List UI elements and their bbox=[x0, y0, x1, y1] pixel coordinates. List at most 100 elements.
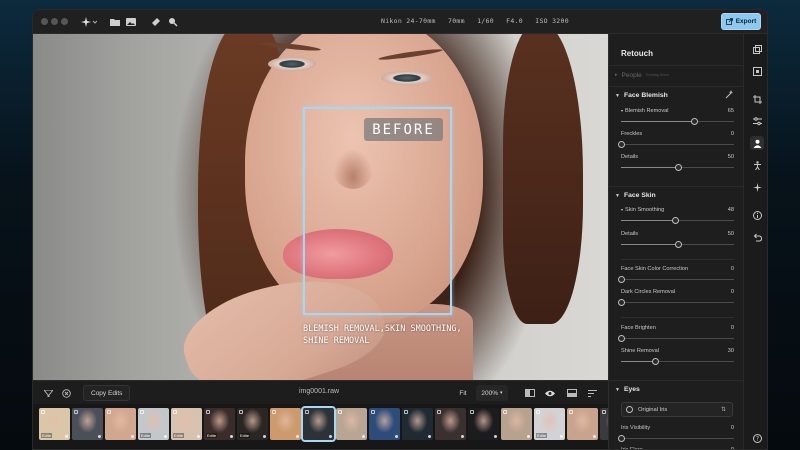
compare-split-icon[interactable] bbox=[523, 386, 537, 400]
sort-icon[interactable] bbox=[585, 386, 599, 400]
filmstrip-thumbnail[interactable]: Edite bbox=[138, 408, 169, 440]
face-skin-slider[interactable]: Dark Circles Removal 0 bbox=[618, 289, 734, 309]
favorite-heart-icon[interactable] bbox=[329, 435, 332, 438]
slider-handle[interactable] bbox=[618, 141, 625, 148]
favorite-heart-icon[interactable] bbox=[230, 435, 233, 438]
filmstrip-thumbnail[interactable]: Edite bbox=[204, 408, 235, 440]
select-checkbox-icon[interactable] bbox=[371, 410, 375, 414]
select-checkbox-icon[interactable] bbox=[74, 410, 78, 414]
info-icon[interactable] bbox=[750, 208, 764, 222]
portrait-retouch-icon[interactable] bbox=[750, 136, 764, 150]
face-skin-slider[interactable]: Face Skin Color Correction 0 bbox=[618, 266, 734, 286]
slider-track[interactable] bbox=[621, 164, 734, 171]
favorite-heart-icon[interactable] bbox=[65, 435, 68, 438]
face-blemish-header[interactable]: ▼ Face Blemish bbox=[609, 86, 743, 104]
select-checkbox-icon[interactable] bbox=[404, 410, 408, 414]
slider-handle[interactable] bbox=[674, 241, 682, 248]
reject-icon[interactable] bbox=[59, 386, 73, 400]
slider-track[interactable] bbox=[618, 299, 734, 306]
ai-sparkle-menu-icon[interactable] bbox=[80, 14, 98, 30]
close-window-button[interactable] bbox=[41, 18, 48, 25]
filmstrip-view-icon[interactable] bbox=[565, 386, 579, 400]
select-checkbox-icon[interactable] bbox=[536, 410, 540, 414]
slider-track[interactable] bbox=[618, 335, 734, 342]
face-skin-slider[interactable]: Shine Removal 30 bbox=[621, 348, 734, 368]
select-checkbox-icon[interactable] bbox=[503, 410, 507, 414]
favorite-heart-icon[interactable] bbox=[560, 435, 563, 438]
filmstrip-thumbnail[interactable]: Edite bbox=[237, 408, 268, 440]
select-checkbox-icon[interactable] bbox=[569, 410, 573, 414]
face-skin-slider[interactable]: ▾ Skin Smoothing 48 bbox=[621, 207, 734, 227]
face-blemish-slider[interactable]: Freckles 0 bbox=[618, 131, 734, 151]
iris-style-select[interactable]: Original Iris ⇅ bbox=[621, 402, 733, 417]
select-checkbox-icon[interactable] bbox=[140, 410, 144, 414]
favorite-heart-icon[interactable] bbox=[593, 435, 596, 438]
eyes-slider[interactable]: Iris Visibility 0 bbox=[618, 425, 734, 445]
filmstrip-thumbnail[interactable] bbox=[435, 408, 466, 440]
help-icon[interactable]: ? bbox=[750, 431, 764, 445]
crop-icon[interactable] bbox=[750, 92, 764, 106]
adjustments-icon[interactable] bbox=[750, 114, 764, 128]
slider-handle[interactable] bbox=[691, 118, 699, 125]
filmstrip-thumbnail[interactable] bbox=[270, 408, 301, 440]
select-checkbox-icon[interactable] bbox=[437, 410, 441, 414]
filmstrip-thumbnail[interactable]: Edite bbox=[171, 408, 202, 440]
expand-icon[interactable]: ▾ bbox=[621, 108, 623, 113]
select-checkbox-icon[interactable] bbox=[107, 410, 111, 414]
face-skin-header[interactable]: ▼ Face Skin bbox=[609, 186, 743, 204]
eye-preview-icon[interactable] bbox=[543, 386, 557, 400]
favorite-heart-icon[interactable] bbox=[428, 435, 431, 438]
slider-handle[interactable] bbox=[618, 276, 625, 283]
slider-handle[interactable] bbox=[618, 435, 625, 442]
select-checkbox-icon[interactable] bbox=[272, 410, 276, 414]
folder-icon[interactable] bbox=[109, 14, 121, 30]
fit-button[interactable]: Fit bbox=[453, 385, 473, 401]
select-checkbox-icon[interactable] bbox=[602, 410, 606, 414]
filmstrip-thumbnail[interactable] bbox=[600, 408, 608, 440]
select-checkbox-icon[interactable] bbox=[41, 410, 45, 414]
favorite-heart-icon[interactable] bbox=[395, 435, 398, 438]
select-checkbox-icon[interactable] bbox=[206, 410, 210, 414]
maximize-window-button[interactable] bbox=[61, 18, 68, 25]
slider-track[interactable] bbox=[618, 435, 734, 442]
select-checkbox-icon[interactable] bbox=[305, 410, 309, 414]
favorite-heart-icon[interactable] bbox=[263, 435, 266, 438]
eraser-icon[interactable] bbox=[150, 14, 162, 30]
filmstrip-thumbnail[interactable] bbox=[501, 408, 532, 440]
filmstrip-thumbnail[interactable] bbox=[301, 406, 336, 442]
slider-track[interactable] bbox=[621, 358, 734, 365]
slider-handle[interactable] bbox=[618, 299, 625, 306]
filmstrip-thumbnail[interactable] bbox=[336, 408, 367, 440]
copy-edits-button[interactable]: Copy Edits bbox=[83, 385, 131, 401]
export-button[interactable]: Export bbox=[721, 13, 761, 30]
slider-handle[interactable] bbox=[618, 335, 625, 342]
favorite-heart-icon[interactable] bbox=[197, 435, 200, 438]
favorite-heart-icon[interactable] bbox=[461, 435, 464, 438]
favorite-heart-icon[interactable] bbox=[131, 435, 134, 438]
filmstrip-thumbnail[interactable]: Edite bbox=[534, 408, 565, 440]
expand-icon[interactable]: ▾ bbox=[621, 207, 623, 212]
slider-handle[interactable] bbox=[672, 217, 680, 224]
gallery-icon[interactable] bbox=[125, 14, 137, 30]
favorite-heart-icon[interactable] bbox=[362, 435, 365, 438]
filmstrip-thumbnail[interactable] bbox=[468, 408, 499, 440]
favorite-heart-icon[interactable] bbox=[494, 435, 497, 438]
slider-handle[interactable] bbox=[651, 358, 659, 365]
scan-icon[interactable] bbox=[750, 64, 764, 78]
minimize-window-button[interactable] bbox=[51, 18, 58, 25]
select-checkbox-icon[interactable] bbox=[173, 410, 177, 414]
favorite-heart-icon[interactable] bbox=[527, 435, 530, 438]
layers-icon[interactable] bbox=[750, 42, 764, 56]
eyes-header[interactable]: ▼ Eyes bbox=[609, 380, 743, 398]
filmstrip-thumbnail[interactable] bbox=[567, 408, 598, 440]
filter-icon[interactable] bbox=[41, 386, 55, 400]
auto-magic-icon[interactable] bbox=[725, 90, 734, 101]
face-blemish-slider[interactable]: Details 50 bbox=[621, 154, 734, 174]
slider-track[interactable] bbox=[618, 141, 734, 148]
slider-track[interactable] bbox=[618, 276, 734, 283]
zoom-level-dropdown[interactable]: 200% ▾ bbox=[476, 385, 508, 401]
history-undo-icon[interactable] bbox=[750, 230, 764, 244]
favorite-heart-icon[interactable] bbox=[98, 435, 101, 438]
body-figure-icon[interactable] bbox=[750, 158, 764, 172]
favorite-heart-icon[interactable] bbox=[296, 435, 299, 438]
